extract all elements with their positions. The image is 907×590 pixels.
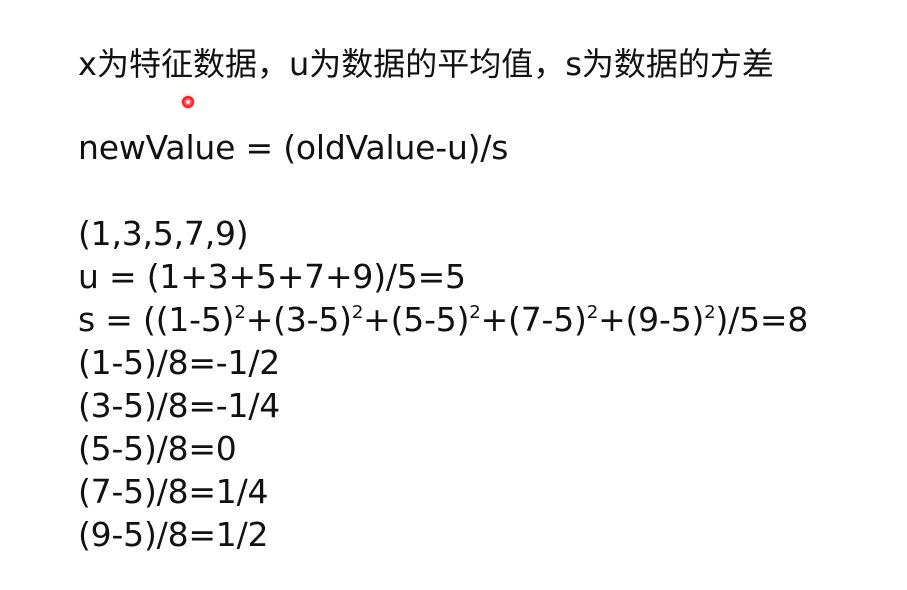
normalization-formula: newValue = (oldValue-u)/s: [78, 128, 509, 167]
title-text: x为特征数据，u为数据的平均值，s为数据的方差: [78, 45, 774, 83]
variance-part-6: )/5=8: [715, 300, 809, 339]
variance-exponent-4: 2: [586, 301, 599, 323]
result-line-2: (3-5)/8=-1/4: [78, 386, 281, 425]
result-line-5: (9-5)/8=1/2: [78, 515, 269, 554]
variance-exponent-5: 2: [704, 301, 716, 323]
variance-part-4: +(7-5): [480, 300, 587, 339]
result-line-3: (5-5)/8=0: [78, 429, 237, 468]
slide-canvas: x为特征数据，u为数据的平均值，s为数据的方差 newValue = (oldV…: [0, 0, 907, 590]
variance-part-3: +(5-5): [363, 300, 470, 339]
variance-exponent-3: 2: [469, 301, 481, 323]
result-line-4: (7-5)/8=1/4: [78, 472, 269, 511]
variance-part-5: +(9-5): [598, 300, 705, 339]
variance-part-1: s = ((1-5): [78, 300, 235, 339]
laser-pointer-dot-icon: [182, 96, 194, 108]
mean-calculation: u = (1+3+5+7+9)/5=5: [78, 257, 466, 296]
variance-calculation: s = ((1-5)2+(3-5)2+(5-5)2+(7-5)2+(9-5)2)…: [78, 300, 808, 340]
variance-part-2: +(3-5): [245, 300, 352, 339]
variance-exponent-2: 2: [351, 301, 364, 323]
sample-data: (1,3,5,7,9): [78, 214, 249, 253]
result-line-1: (1-5)/8=-1/2: [78, 343, 281, 382]
variance-exponent-1: 2: [234, 301, 246, 323]
